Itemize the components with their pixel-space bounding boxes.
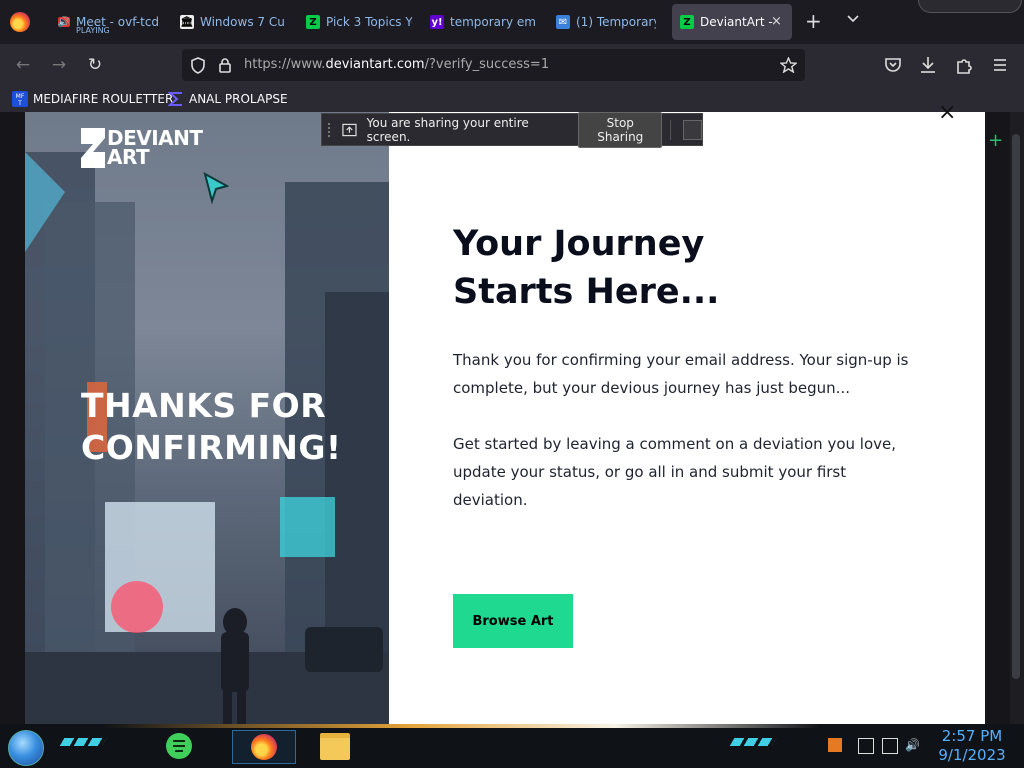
thanks-heading: THANKS FOR CONFIRMING! [81, 385, 342, 469]
mouse-cursor-icon [203, 172, 229, 204]
shield-icon[interactable] [190, 57, 206, 74]
stop-sharing-button[interactable]: Stop Sharing [578, 111, 663, 148]
url-host: deviantart.com [325, 57, 425, 72]
svg-text:MF: MF [16, 93, 25, 100]
bookmark-label: ANAL PROLAPSE [189, 92, 288, 106]
tab-meet[interactable]: 🔊 Meet - ovf-tcd PLAYING [58, 4, 158, 40]
action-center-icon[interactable] [858, 738, 874, 754]
page-title: Your Journey Starts Here... [453, 220, 719, 316]
tab-pick-topics[interactable]: Z Pick 3 Topics Yo [306, 4, 412, 40]
svg-text:T: T [17, 100, 22, 107]
tab-title: Pick 3 Topics Yo [326, 15, 412, 29]
headline-line-1: Your Journey [453, 224, 705, 264]
menu-hamburger-icon[interactable] [989, 54, 1011, 76]
modal-close-icon[interactable]: × [938, 100, 956, 125]
bookmarks-toolbar: MF T MEDIAFIRE ROULETTER ANAL PROLAPSE [0, 86, 1024, 112]
tab-playing-label: PLAYING [76, 26, 110, 35]
new-tab-button[interactable]: + [805, 9, 822, 33]
firefox-menu-icon[interactable] [10, 12, 30, 32]
bookmark-star-icon[interactable] [780, 57, 797, 73]
browse-art-button[interactable]: Browse Art [453, 594, 573, 648]
mail-icon: ✉ [556, 15, 570, 29]
deviantart-icon: Z [680, 15, 694, 29]
tab-title: temporary ema [450, 15, 535, 29]
extensions-icon[interactable] [953, 54, 975, 76]
download-icon[interactable] [917, 54, 939, 76]
windows-taskbar: 🔊 2:57 PM 9/1/2023 [0, 724, 1024, 768]
firefox-taskbar-icon[interactable] [232, 730, 296, 764]
sigma-icon [168, 92, 182, 106]
speaker-icon: 🔊 [58, 16, 71, 28]
screen-sharing-bar: You are sharing your entire screen. Stop… [321, 111, 703, 148]
taskbar-accent [0, 724, 1024, 728]
close-tab-icon[interactable]: × [771, 14, 782, 29]
sharing-message: You are sharing your entire screen. [366, 115, 529, 144]
tab-temporary-mail[interactable]: ✉ (1) Temporaryh [556, 4, 656, 40]
pocket-icon[interactable] [882, 54, 904, 76]
tab-title: Windows 7 Cur [200, 15, 285, 29]
clock-time: 2:57 PM [941, 727, 1003, 745]
yahoo-icon: y! [430, 15, 444, 29]
tab-title: (1) Temporaryh [576, 15, 656, 29]
decor-dots-right [729, 738, 777, 746]
page-content: DEVIANT ART THANKS FOR CONFIRMING! Your … [0, 100, 1024, 724]
plus-icon[interactable]: + [988, 130, 1003, 151]
forward-icon[interactable]: → [48, 54, 70, 76]
confirmation-paragraph: Thank you for confirming your email addr… [453, 351, 909, 397]
url-path: /?verify_success=1 [424, 57, 550, 72]
reload-icon[interactable]: ↻ [84, 54, 106, 76]
deviantart-mark-icon [81, 128, 105, 168]
tab-title: DeviantArt - [700, 15, 773, 29]
network-icon[interactable] [882, 738, 898, 754]
browser-tab-bar: 🔊 Meet - ovf-tcd PLAYING 🏛 Windows 7 Cur… [0, 0, 1024, 44]
chevron-down-icon[interactable] [846, 12, 860, 26]
url-prefix: https://www. [244, 57, 326, 72]
logo-line-2: ART [107, 145, 150, 169]
deviantart-icon: Z [306, 15, 320, 29]
bookmark-mediafire[interactable]: MF T MEDIAFIRE ROULETTER [12, 91, 173, 107]
file-explorer-icon[interactable] [318, 730, 352, 762]
headline-line-2: Starts Here... [453, 272, 720, 312]
minimize-share-bar-button[interactable] [683, 119, 702, 140]
share-screen-icon [342, 123, 357, 136]
drag-handle-icon[interactable] [328, 122, 334, 137]
modal-hero-image: DEVIANT ART THANKS FOR CONFIRMING! [25, 112, 389, 724]
notification-app-icon[interactable] [828, 738, 842, 752]
volume-icon[interactable]: 🔊 [905, 738, 920, 752]
navigation-toolbar: ← → ↻ https://www.deviantart.com/?verify… [0, 44, 1024, 86]
lock-icon[interactable] [218, 57, 232, 73]
address-bar[interactable]: https://www.deviantart.com/?verify_succe… [182, 49, 805, 81]
url-text[interactable]: https://www.deviantart.com/?verify_succe… [244, 57, 549, 72]
modal-content-panel: Your Journey Starts Here... Thank you fo… [389, 112, 985, 724]
deviantart-logo: DEVIANT ART [81, 128, 203, 168]
bookmark-second[interactable]: ANAL PROLAPSE [168, 91, 288, 107]
clock-date: 9/1/2023 [938, 746, 1006, 764]
decor-dots [59, 738, 107, 746]
tab-windows7[interactable]: 🏛 Windows 7 Cur [180, 4, 285, 40]
notes-app-icon[interactable] [162, 730, 196, 762]
divider [670, 119, 672, 140]
page-scrollbar[interactable] [1012, 134, 1020, 679]
tab-temporary-email[interactable]: y! temporary ema [430, 4, 535, 40]
bookmark-label: MEDIAFIRE ROULETTER [33, 92, 174, 106]
thanks-line-2: CONFIRMING! [81, 428, 342, 467]
system-clock[interactable]: 2:57 PM 9/1/2023 [936, 727, 1008, 765]
window-controls[interactable] [918, 0, 1022, 13]
get-started-paragraph: Get started by leaving a comment on a de… [453, 435, 896, 509]
museum-icon: 🏛 [180, 15, 194, 29]
back-icon[interactable]: ← [12, 54, 34, 76]
thanks-line-1: THANKS FOR [81, 386, 327, 425]
mediafire-icon: MF T [12, 91, 28, 107]
start-button[interactable] [8, 730, 44, 766]
